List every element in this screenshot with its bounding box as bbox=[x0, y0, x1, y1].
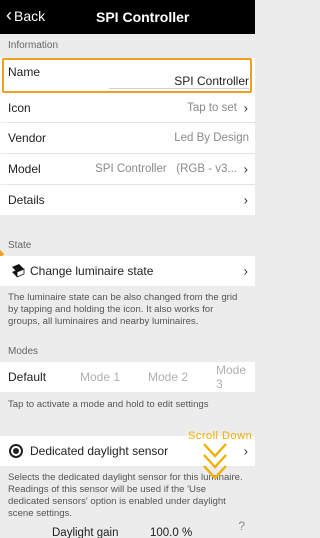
chevron-right-icon: › bbox=[243, 161, 248, 177]
scroll-down-arrows-icon bbox=[200, 440, 230, 493]
change-state-row[interactable]: Change luminaire state › bbox=[0, 256, 255, 286]
back-label: Back bbox=[14, 8, 46, 24]
help-icon[interactable]: ? bbox=[238, 519, 245, 533]
vendor-label: Vendor bbox=[8, 131, 47, 145]
daylight-gain-row[interactable]: Daylight gain 100.0 % bbox=[0, 524, 255, 538]
details-row[interactable]: Details › bbox=[0, 185, 255, 215]
navigation-bar: ‹ Back SPI Controller bbox=[0, 0, 255, 34]
luminaire-icon bbox=[10, 263, 26, 279]
model-label: Model bbox=[8, 162, 41, 176]
mode-default[interactable]: Default bbox=[8, 370, 46, 384]
section-header-information: Information bbox=[8, 40, 59, 51]
vendor-value: Led By Design bbox=[174, 132, 249, 144]
back-button[interactable]: ‹ Back bbox=[6, 5, 46, 25]
mode-2[interactable]: Mode 2 bbox=[148, 370, 188, 384]
chevron-right-icon: › bbox=[243, 263, 248, 279]
details-label: Details bbox=[8, 193, 45, 207]
daylight-sensor-label: Dedicated daylight sensor bbox=[30, 444, 169, 458]
mode-1[interactable]: Mode 1 bbox=[80, 370, 120, 384]
daylight-gain-label: Daylight gain bbox=[52, 527, 119, 538]
section-header-modes: Modes bbox=[8, 346, 39, 357]
modes-hint: Tap to activate a mode and hold to edit … bbox=[8, 399, 209, 410]
chevron-right-icon: › bbox=[243, 443, 248, 459]
icon-row[interactable]: Icon Tap to set › bbox=[0, 94, 255, 122]
section-header-state: State bbox=[8, 240, 32, 251]
radio-selected-icon[interactable] bbox=[9, 444, 23, 458]
name-highlight-box bbox=[2, 58, 252, 93]
page-title: SPI Controller bbox=[96, 9, 190, 25]
chevron-left-icon: ‹ bbox=[6, 5, 12, 25]
model-row[interactable]: Model SPI Controller (RGB - v3... › bbox=[0, 154, 255, 184]
state-description: The luminaire state can be also changed … bbox=[8, 292, 238, 327]
icon-label: Icon bbox=[8, 101, 31, 115]
icon-value: Tap to set bbox=[187, 102, 237, 114]
model-value: SPI Controller (RGB - v3... bbox=[95, 163, 237, 175]
chevron-right-icon: › bbox=[243, 100, 248, 116]
modes-row: Default Mode 1 Mode 2 Mode 3 bbox=[0, 362, 255, 392]
vendor-row: Vendor Led By Design bbox=[0, 123, 255, 153]
mode-3[interactable]: Mode 3 bbox=[216, 363, 255, 391]
change-state-label: Change luminaire state bbox=[30, 264, 154, 278]
daylight-gain-value: 100.0 % bbox=[150, 527, 193, 538]
chevron-right-icon: › bbox=[243, 192, 248, 208]
